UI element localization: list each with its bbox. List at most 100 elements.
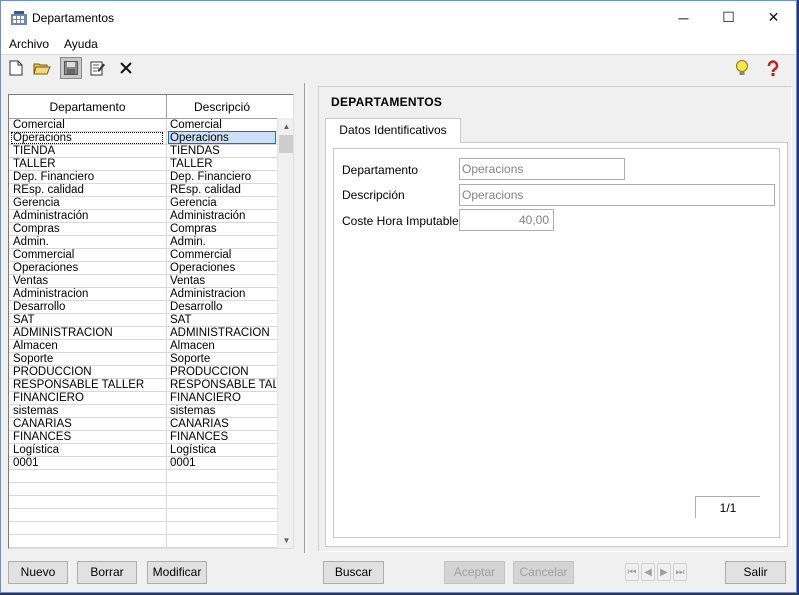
column-header-descripcion[interactable]: Descripció (167, 95, 277, 119)
table-row[interactable]: Administracion Administracion (9, 288, 277, 301)
table-row[interactable]: TALLER TALLER (9, 158, 277, 171)
nuevo-button[interactable]: Nuevo (8, 561, 68, 584)
descripcion-label: Descripción (342, 188, 405, 202)
descripcion-cell: FINANCES (170, 431, 229, 443)
detail-panel: DEPARTAMENTOS Datos Identificativos Depa… (318, 86, 792, 552)
departamento-cell: Administracion (13, 288, 89, 300)
salir-button[interactable]: Salir (725, 561, 786, 584)
open-folder-icon[interactable] (31, 57, 53, 79)
departamento-field[interactable]: Operacions (459, 158, 625, 180)
save-icon[interactable] (60, 57, 82, 79)
table-row[interactable]: sistemas sistemas (9, 405, 277, 418)
departamento-cell: Admin. (13, 236, 49, 248)
edit-icon[interactable] (87, 57, 109, 79)
new-document-icon[interactable] (5, 57, 27, 79)
table-row[interactable]: Compras Compras (9, 223, 277, 236)
departamento-cell: Dep. Financiero (13, 171, 95, 183)
aceptar-button[interactable]: Aceptar (444, 561, 505, 584)
descripcion-cell: Compras (170, 223, 217, 235)
empty-row (9, 522, 277, 535)
departamento-cell: ADMINISTRACION (13, 327, 113, 339)
close-button[interactable]: ✕ (751, 1, 796, 34)
descripcion-cell: REsp. calidad (170, 184, 241, 196)
help-icon[interactable] (762, 57, 784, 79)
maximize-button[interactable]: ☐ (706, 1, 751, 34)
descripcion-cell: Administración (170, 210, 246, 222)
table-row[interactable]: FINANCIERO FINANCIERO (9, 392, 277, 405)
descripcion-cell: Operacions (168, 131, 276, 144)
empty-row (9, 483, 277, 496)
table-row[interactable]: Gerencia Gerencia (9, 197, 277, 210)
table-row[interactable]: Administración Administración (9, 210, 277, 223)
table-row[interactable]: SAT SAT (9, 314, 277, 327)
departamento-cell: RESPONSABLE TALLER (13, 379, 145, 391)
table-row[interactable]: Almacen Almacen (9, 340, 277, 353)
departamento-cell: PRODUCCION (13, 366, 92, 378)
panel-splitter[interactable] (304, 83, 307, 553)
app-icon (11, 11, 27, 25)
departamento-cell: FINANCIERO (13, 392, 84, 404)
table-row[interactable]: Dep. Financiero Dep. Financiero (9, 171, 277, 184)
buscar-button[interactable]: Buscar (323, 561, 384, 584)
descripcion-cell: Ventas (170, 275, 206, 287)
table-row[interactable]: REsp. calidad REsp. calidad (9, 184, 277, 197)
vertical-scrollbar[interactable]: ▲ ▼ (277, 118, 293, 548)
descripcion-cell: Almacen (170, 340, 215, 352)
departamento-cell: FINANCES (13, 431, 72, 443)
departamento-cell: Commercial (13, 249, 75, 261)
table-row[interactable]: FINANCES FINANCES (9, 431, 277, 444)
column-header-departamento[interactable]: Departamento (9, 95, 167, 119)
tab-datos-identificativos[interactable]: Datos Identificativos (325, 118, 461, 143)
departamento-label: Departamento (342, 163, 419, 177)
table-row[interactable]: Desarrollo Desarrollo (9, 301, 277, 314)
table-row[interactable]: Ventas Ventas (9, 275, 277, 288)
table-row[interactable]: PRODUCCION PRODUCCION (9, 366, 277, 379)
coste-hora-field[interactable]: 40,00 (459, 209, 554, 231)
descripcion-field[interactable]: Operacions (459, 184, 775, 206)
table-row[interactable]: RESPONSABLE TALLER RESPONSABLE TALL (9, 379, 277, 392)
title-bar: Departamentos ─ ☐ ✕ (1, 1, 796, 34)
departamento-cell: Operacions (11, 132, 163, 144)
departamento-cell: REsp. calidad (13, 184, 84, 196)
list-header: Departamento Descripció (9, 95, 277, 119)
scroll-up-icon[interactable]: ▲ (278, 118, 293, 135)
scroll-down-icon[interactable]: ▼ (278, 532, 293, 548)
table-row[interactable]: Commercial Commercial (9, 249, 277, 262)
scroll-thumb[interactable] (279, 135, 293, 153)
descripcion-cell: Comercial (170, 119, 222, 131)
descripcion-cell: TIENDAS (170, 145, 220, 157)
table-row[interactable]: TIENDA TIENDAS (9, 145, 277, 158)
minimize-button[interactable]: ─ (661, 1, 706, 34)
departamento-cell: TALLER (13, 158, 56, 170)
table-row[interactable]: CANARIAS CANARIAS (9, 418, 277, 431)
table-row[interactable]: Operaciones Operaciones (9, 262, 277, 275)
modificar-button[interactable]: Modificar (147, 561, 207, 584)
cancelar-button[interactable]: Cancelar (513, 561, 574, 584)
table-row[interactable]: ADMINISTRACION ADMINISTRACION (9, 327, 277, 340)
previous-record-icon[interactable]: ◀ (641, 563, 655, 581)
delete-icon[interactable] (115, 57, 137, 79)
departamento-cell: Administración (13, 210, 89, 222)
lightbulb-icon[interactable] (731, 57, 753, 79)
table-row[interactable]: Operacions Operacions (9, 131, 277, 145)
menu-archivo[interactable]: Archivo (9, 37, 49, 51)
descripcion-cell: TALLER (170, 158, 213, 170)
descripcion-cell: Gerencia (170, 197, 217, 209)
first-record-icon[interactable]: ⏮ (625, 563, 639, 581)
borrar-button[interactable]: Borrar (77, 561, 137, 584)
departamento-cell: Almacen (13, 340, 58, 352)
table-row[interactable]: Admin. Admin. (9, 236, 277, 249)
departamento-cell: TIENDA (13, 145, 56, 157)
descripcion-cell: Operaciones (170, 262, 236, 274)
departments-list[interactable]: Departamento Descripció Comercial Comerci… (8, 94, 294, 549)
last-record-icon[interactable]: ⏭ (673, 563, 687, 581)
menu-ayuda[interactable]: Ayuda (64, 37, 98, 51)
departamento-cell: Gerencia (13, 197, 60, 209)
table-row[interactable]: Logística Logística (9, 444, 277, 457)
table-row[interactable]: Soporte Soporte (9, 353, 277, 366)
descripcion-cell: CANARIAS (170, 418, 229, 430)
next-record-icon[interactable]: ▶ (657, 563, 671, 581)
list-rows: Comercial Comercial Operacions Operacions TI… (9, 119, 277, 548)
table-row[interactable]: 0001 0001 (9, 457, 277, 470)
empty-row (9, 535, 277, 548)
